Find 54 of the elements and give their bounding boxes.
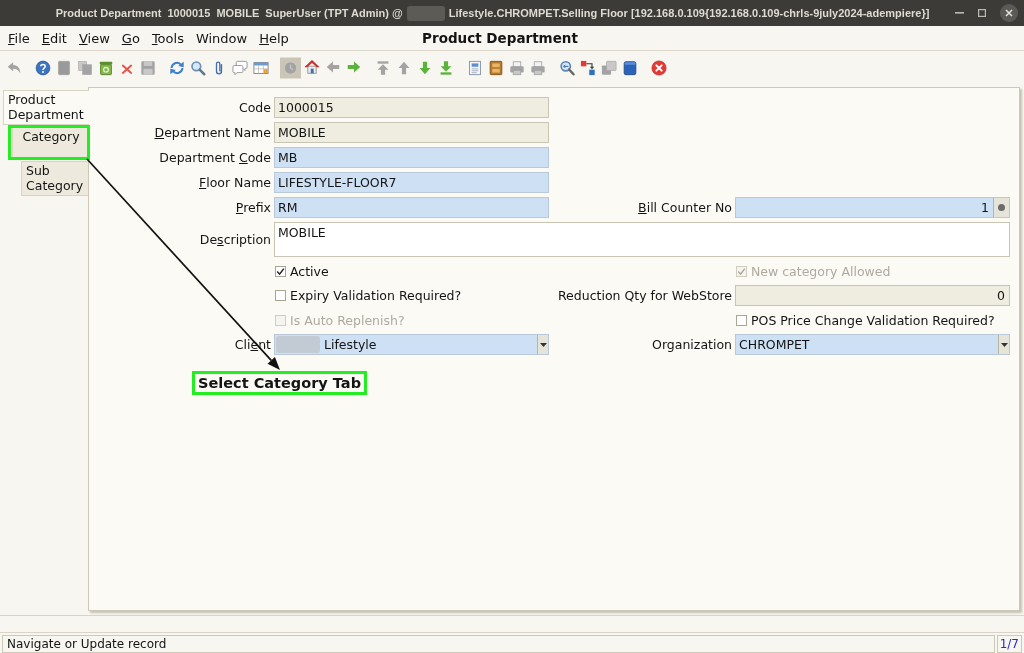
close-icon[interactable]	[649, 57, 669, 78]
field-label: Floor Name	[199, 175, 271, 190]
dropdown-button[interactable]	[537, 335, 548, 354]
field-label: Bill Counter No	[638, 200, 732, 215]
field-label: Prefix	[235, 200, 271, 215]
dropdown-field[interactable]: CHROMPET	[735, 334, 1010, 355]
menu-item[interactable]: Go	[115, 30, 146, 46]
text-field[interactable]: MB	[274, 147, 549, 168]
menu-item[interactable]: View	[72, 30, 116, 46]
window-heading: Product Department	[422, 30, 578, 46]
menu-item[interactable]: Help	[253, 30, 295, 46]
caret-icon	[1000, 342, 1008, 347]
field-label: Department Code	[159, 150, 271, 165]
status-message: Navigate or Update record	[2, 635, 995, 653]
checkbox[interactable]	[275, 290, 286, 301]
menu-item[interactable]: File	[2, 30, 36, 46]
menu-item[interactable]: Tools	[145, 30, 190, 46]
field-label: Code	[239, 100, 271, 115]
checkmark-icon	[737, 266, 746, 276]
dropdown-button[interactable]	[998, 335, 1009, 354]
minimize-icon[interactable]	[955, 12, 964, 14]
field-label: Description	[199, 232, 271, 247]
callout: Select Category Tab	[192, 371, 368, 395]
field-label: Reduction Qty for WebStore	[557, 288, 732, 303]
checkbox-label: New category Allowed	[751, 263, 891, 279]
checkbox[interactable]	[736, 314, 747, 326]
field-label: Organization	[652, 337, 732, 352]
tab[interactable]: Product Department	[3, 90, 89, 125]
maximize-icon[interactable]	[978, 9, 986, 17]
window-title: Product Department 1000015 MOBILE SuperUser (TPT Admin) @	[55, 7, 403, 19]
text-area[interactable]: MOBILE	[274, 222, 1010, 257]
number-field[interactable]: 1	[735, 197, 1010, 218]
checkbox-label: Is Auto Replenish?	[290, 312, 405, 328]
checkbox-label: Active	[290, 263, 329, 279]
window-title: Lifestyle.CHROMPET.Selling Floor [192.168.0.109{192.168.0.109-chrls-9july2024-adempiere}]	[448, 7, 930, 19]
menu-item[interactable]: Edit	[35, 30, 73, 46]
text-field[interactable]: RM	[274, 197, 549, 218]
dropdown-field[interactable]: Lifestyle	[274, 334, 549, 355]
dot-icon	[998, 204, 1005, 211]
number-field[interactable]: 0	[735, 285, 1010, 306]
checkmark-icon	[276, 266, 285, 276]
close-icon[interactable]	[1000, 4, 1018, 22]
checkbox[interactable]	[275, 265, 286, 277]
text-field[interactable]: LIFESTYLE-FLOOR7	[274, 172, 549, 193]
field-button[interactable]	[993, 198, 1009, 217]
record-counter: 1/7	[996, 635, 1022, 653]
checkbox-label: POS Price Change Validation Required?	[751, 312, 995, 328]
text-field[interactable]: MOBILE	[274, 122, 549, 143]
menu-item[interactable]: Window	[189, 30, 254, 46]
tab[interactable]: Sub Category	[21, 161, 88, 196]
caret-icon	[539, 342, 547, 347]
text-field[interactable]: 1000015	[274, 97, 549, 118]
field-label: Department Name	[154, 125, 271, 140]
checkbox-label: Expiry Validation Required?	[290, 288, 462, 303]
